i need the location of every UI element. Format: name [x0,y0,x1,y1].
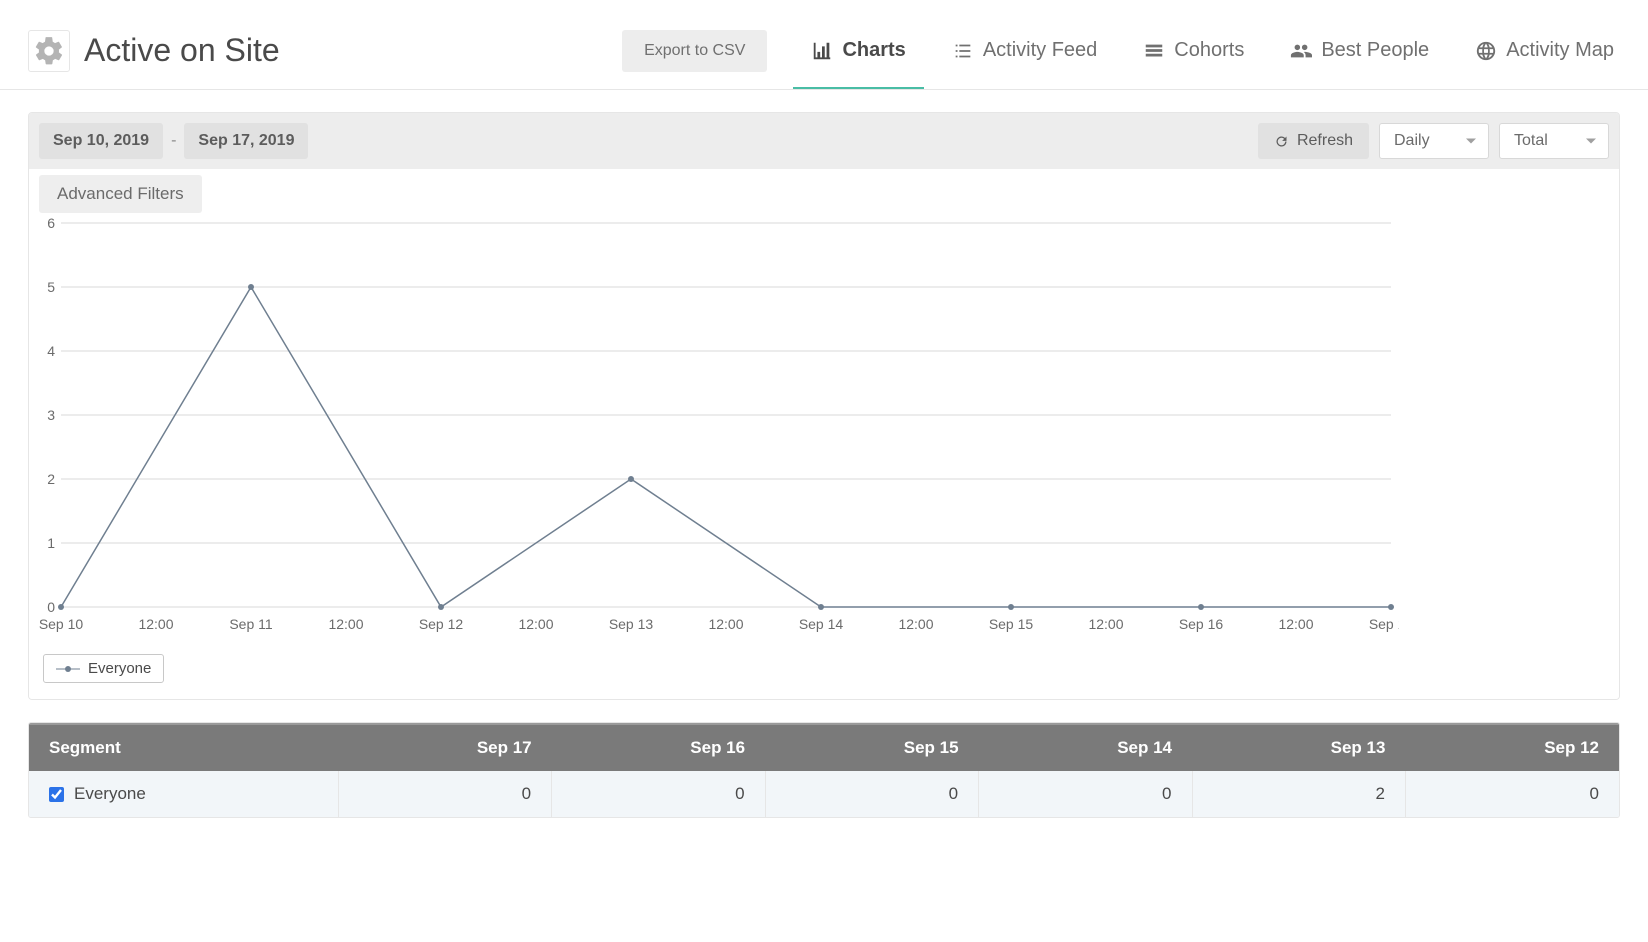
svg-text:12:00: 12:00 [518,616,553,632]
page-title: Active on Site [84,32,280,69]
value-cell: 0 [1405,771,1619,817]
segment-table: SegmentSep 17Sep 16Sep 15Sep 14Sep 13Sep… [28,722,1620,818]
svg-text:12:00: 12:00 [1278,616,1313,632]
tab-activity-feed[interactable]: Activity Feed [946,12,1103,89]
svg-text:6: 6 [47,215,55,231]
date-end-button[interactable]: Sep 17, 2019 [184,123,308,159]
tab-charts[interactable]: Charts [805,12,911,89]
svg-text:Sep 10: Sep 10 [39,616,83,632]
granularity-select[interactable]: Daily [1379,123,1489,159]
table-header-date: Sep 13 [1192,724,1405,771]
svg-text:2: 2 [47,471,55,487]
chart-panel: Sep 10, 2019 - Sep 17, 2019 Refresh Dail… [28,112,1620,700]
tab-label: Best People [1321,39,1429,62]
svg-text:12:00: 12:00 [1088,616,1123,632]
chart-toolbar: Sep 10, 2019 - Sep 17, 2019 Refresh Dail… [29,113,1619,169]
tab-cohorts[interactable]: Cohorts [1137,12,1250,89]
aggregation-select[interactable]: Total [1499,123,1609,159]
svg-text:Sep 16: Sep 16 [1179,616,1224,632]
chart-area: Advanced Filters 0 1 2 3 4 5 6 Sep 10 12:00 Sep 1… [29,169,1619,699]
tab-best-people[interactable]: Best People [1284,12,1435,89]
line-chart: 0 1 2 3 4 5 6 Sep 10 12:00 Sep 11 12:00 Sep 12 12:00… [39,213,1593,648]
tab-label: Charts [842,39,905,62]
table-header-date: Sep 14 [979,724,1192,771]
value-cell: 0 [765,771,978,817]
table-header-date: Sep 12 [1405,724,1619,771]
value-cell: 0 [979,771,1192,817]
table-header-date: Sep 16 [552,724,765,771]
svg-text:12:00: 12:00 [898,616,933,632]
value-cell: 0 [552,771,765,817]
list-icon [952,40,974,62]
table-header-date: Sep 15 [765,724,978,771]
refresh-icon [1274,134,1289,149]
svg-text:0: 0 [47,599,55,615]
refresh-label: Refresh [1297,132,1353,150]
nav-tabs: Export to CSV Charts Activity Feed Cohorts… [622,12,1620,89]
globe-icon [1475,40,1497,62]
svg-text:Sep 14: Sep 14 [799,616,844,632]
tab-label: Cohorts [1174,39,1244,62]
svg-text:Sep 11: Sep 11 [229,616,273,632]
table-header-segment: Segment [29,724,338,771]
value-cell: 2 [1192,771,1405,817]
svg-text:Sep 17: Sep 17 [1369,616,1399,632]
people-icon [1290,40,1312,62]
svg-text:12:00: 12:00 [328,616,363,632]
refresh-button[interactable]: Refresh [1258,123,1369,159]
header: Active on Site Export to CSV Charts Activ… [0,0,1648,90]
title-wrap: Active on Site [28,30,280,72]
chart-legend[interactable]: Everyone [43,654,164,683]
tab-label: Activity Map [1506,39,1614,62]
advanced-filters-button[interactable]: Advanced Filters [39,175,202,213]
export-csv-button[interactable]: Export to CSV [622,30,767,72]
table-row: Everyone000020 [29,771,1619,817]
value-cell: 0 [338,771,551,817]
date-range-separator: - [171,132,176,150]
svg-text:5: 5 [47,279,55,295]
segment-cell: Everyone [29,771,338,817]
svg-text:Sep 13: Sep 13 [609,616,654,632]
segment-checkbox[interactable] [49,787,64,802]
bar-chart-icon [811,40,833,62]
legend-marker-icon [56,668,80,669]
table-header-date: Sep 17 [338,724,551,771]
svg-text:4: 4 [47,343,55,359]
gear-icon [28,30,70,72]
legend-series-label: Everyone [88,660,151,677]
chart-svg: 0 1 2 3 4 5 6 Sep 10 12:00 Sep 11 12:00 Sep 12 12:00… [39,213,1399,643]
svg-text:3: 3 [47,407,55,423]
svg-text:1: 1 [47,535,55,551]
svg-text:Sep 15: Sep 15 [989,616,1034,632]
date-start-button[interactable]: Sep 10, 2019 [39,123,163,159]
svg-text:12:00: 12:00 [138,616,173,632]
tab-activity-map[interactable]: Activity Map [1469,12,1620,89]
stack-icon [1143,40,1165,62]
svg-text:Sep 12: Sep 12 [419,616,464,632]
svg-text:12:00: 12:00 [708,616,743,632]
segment-name: Everyone [74,784,146,804]
tab-label: Activity Feed [983,39,1097,62]
